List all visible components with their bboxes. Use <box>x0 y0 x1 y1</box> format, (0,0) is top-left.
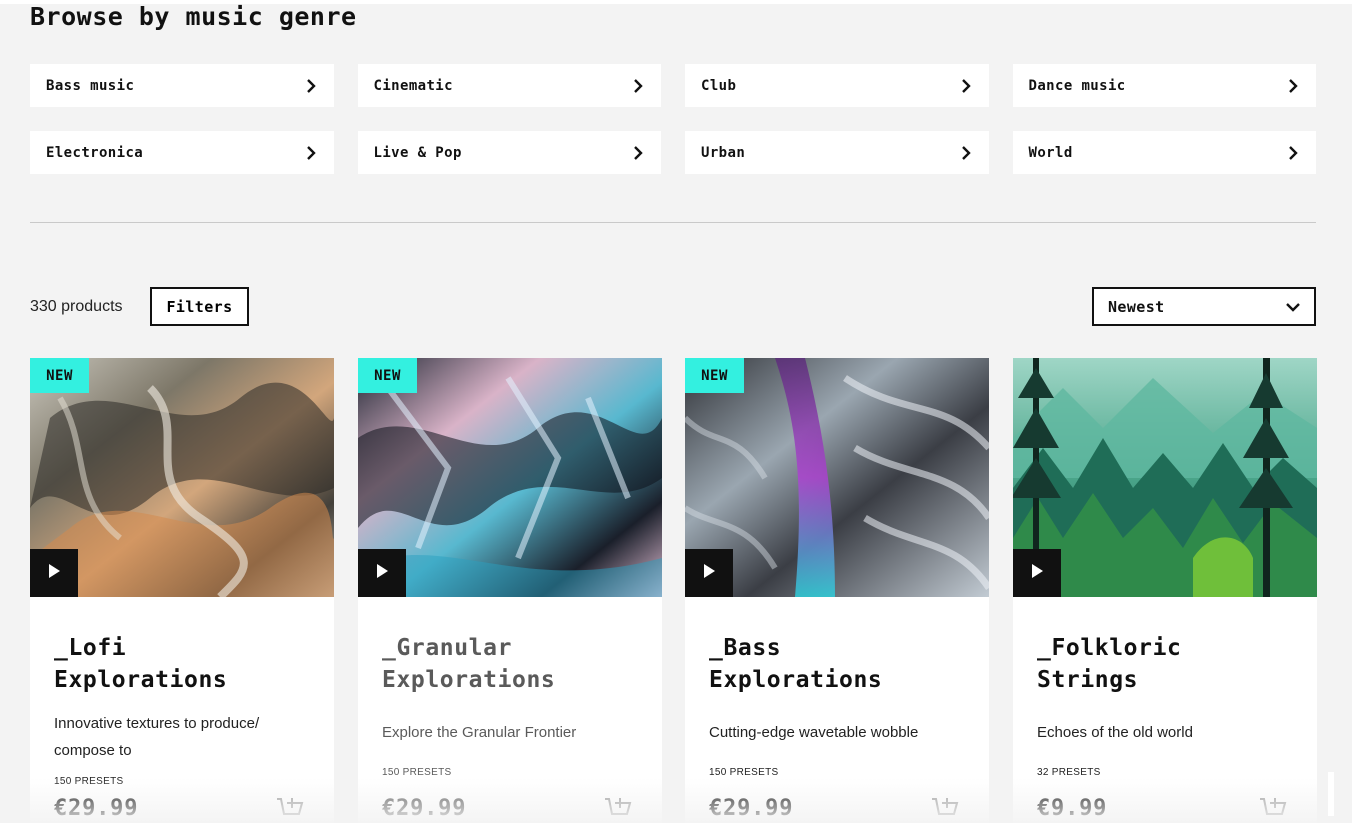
add-to-cart-icon[interactable] <box>604 796 632 822</box>
play-icon <box>47 563 61 584</box>
play-button[interactable] <box>685 549 733 597</box>
genre-label: Live & Pop <box>373 144 462 161</box>
play-icon <box>1030 563 1044 584</box>
preset-count: 150 PRESETS <box>709 767 779 778</box>
chevron-down-icon <box>1286 300 1300 314</box>
genre-club[interactable]: Club <box>685 64 989 107</box>
product-image[interactable] <box>1013 358 1317 597</box>
product-description: Explore the Granular Frontier <box>382 724 577 741</box>
genre-urban[interactable]: Urban <box>685 131 989 174</box>
product-title[interactable]: _Folkloric Strings <box>1037 632 1297 696</box>
genre-label: Electronica <box>46 144 144 161</box>
genre-label: Dance music <box>1028 77 1126 94</box>
section-divider <box>30 222 1316 223</box>
play-button[interactable] <box>358 549 406 597</box>
product-price: €9.99 <box>1037 796 1108 821</box>
add-to-cart-icon[interactable] <box>276 796 304 822</box>
new-badge: NEW <box>358 358 417 393</box>
play-button[interactable] <box>30 549 78 597</box>
product-card[interactable]: NEW _Lofi Explorations Innovative textur… <box>30 358 334 823</box>
scrollbar-thumb[interactable] <box>1328 772 1334 816</box>
chevron-right-icon <box>1286 145 1300 160</box>
product-price: €29.99 <box>54 796 139 821</box>
product-title[interactable]: _Bass Explorations <box>709 632 969 696</box>
chevron-right-icon <box>631 78 645 93</box>
product-description: Cutting-edge wavetable wobble <box>709 724 919 741</box>
genre-label: World <box>1028 144 1073 161</box>
chevron-right-icon <box>631 145 645 160</box>
product-card[interactable]: NEW _Granular Explorations Explore the G… <box>358 358 662 823</box>
product-title[interactable]: _Lofi Explorations <box>54 632 314 696</box>
product-card[interactable]: NEW _Bass Explorations Cutting-edge wave… <box>685 358 989 823</box>
play-icon <box>375 563 389 584</box>
genre-cinematic[interactable]: Cinematic <box>357 64 661 107</box>
page-title: Browse by music genre <box>30 2 357 31</box>
sort-select[interactable]: Newest <box>1092 287 1316 326</box>
product-price: €29.99 <box>709 796 794 821</box>
preset-count: 150 PRESETS <box>54 776 124 787</box>
preset-count: 32 PRESETS <box>1037 767 1101 778</box>
chevron-right-icon <box>959 145 973 160</box>
product-image[interactable]: NEW <box>358 358 662 597</box>
chevron-right-icon <box>1286 78 1300 93</box>
product-count: 330 products <box>30 298 123 315</box>
product-description: Echoes of the old world <box>1037 724 1193 741</box>
play-icon <box>702 563 716 584</box>
genre-world[interactable]: World <box>1012 131 1316 174</box>
sort-selected-value: Newest <box>1108 297 1165 316</box>
play-button[interactable] <box>1013 549 1061 597</box>
new-badge: NEW <box>685 358 744 393</box>
genre-electronica[interactable]: Electronica <box>30 131 334 174</box>
genre-label: Cinematic <box>373 77 453 94</box>
genre-label: Club <box>701 77 737 94</box>
product-title[interactable]: _Granular Explorations <box>382 632 642 696</box>
chevron-right-icon <box>304 78 318 93</box>
add-to-cart-icon[interactable] <box>931 796 959 822</box>
product-price: €29.99 <box>382 796 467 821</box>
genre-label: Urban <box>701 144 746 161</box>
preset-count: 150 PRESETS <box>382 767 452 778</box>
product-description: Innovative textures to produce/ compose … <box>54 715 260 759</box>
product-card[interactable]: _Folkloric Strings Echoes of the old wor… <box>1013 358 1317 823</box>
chevron-right-icon <box>959 78 973 93</box>
genre-label: Bass music <box>46 77 135 94</box>
filters-button[interactable]: Filters <box>150 287 249 326</box>
product-image[interactable]: NEW <box>30 358 334 597</box>
genre-live-pop[interactable]: Live & Pop <box>357 131 661 174</box>
genre-dance-music[interactable]: Dance music <box>1012 64 1316 107</box>
genre-grid: Bass music Cinematic Club Dance music El… <box>30 64 1316 174</box>
add-to-cart-icon[interactable] <box>1259 796 1287 822</box>
product-image[interactable]: NEW <box>685 358 989 597</box>
new-badge: NEW <box>30 358 89 393</box>
chevron-right-icon <box>304 145 318 160</box>
genre-bass-music[interactable]: Bass music <box>30 64 334 107</box>
